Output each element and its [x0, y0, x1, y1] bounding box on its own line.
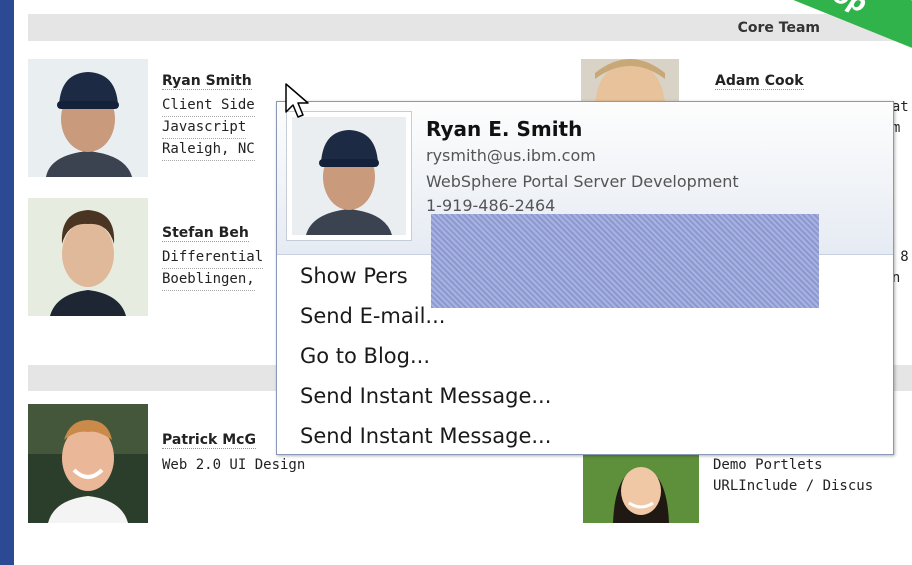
person-name-ryan[interactable]: Ryan Smith — [162, 73, 252, 90]
section-title: Core Team — [737, 20, 820, 36]
card-email[interactable]: rysmith@us.ibm.com — [426, 146, 596, 165]
card-phone: 1-919-486-2464 — [426, 196, 556, 215]
person-photo-patrick[interactable] — [28, 404, 148, 523]
person-details-patrick: Web 2.0 UI Design — [162, 457, 306, 473]
menu-go-to-blog[interactable]: Go to Blog... — [300, 344, 430, 368]
avatar — [28, 404, 148, 523]
card-department: WebSphere Portal Server Development — [426, 172, 739, 191]
avatar — [583, 451, 699, 523]
menu-send-email[interactable]: Send E-mail... — [300, 304, 445, 328]
person-photo-adam[interactable] — [581, 59, 679, 103]
person-name-adam[interactable]: Adam Cook — [715, 73, 804, 90]
menu-show-profile[interactable]: Show Pers — [300, 264, 408, 288]
person-details-stefan: Differential Boeblingen, — [162, 247, 264, 291]
person-photo-stefan[interactable] — [28, 198, 148, 316]
person-details-demo: Demo Portlets URLInclude / Discus — [713, 457, 874, 494]
card-photo — [286, 111, 412, 241]
person-photo-ryan[interactable] — [28, 59, 148, 177]
person-name-stefan[interactable]: Stefan Beh — [162, 225, 249, 242]
menu-send-instant-message-2[interactable]: Send Instant Message... — [300, 424, 551, 448]
mouse-cursor-icon — [285, 83, 309, 118]
redaction-overlay — [431, 214, 819, 308]
card-name: Ryan E. Smith — [426, 117, 583, 141]
person-details-ryan: Client Side Javascript Raleigh, NC — [162, 95, 255, 161]
avatar — [28, 59, 148, 177]
avatar — [28, 198, 148, 316]
avatar — [581, 59, 679, 103]
section-header-bar: Core Team — [28, 14, 912, 41]
directory-page: Core Team op Ryan Smith Client Side Java… — [14, 0, 912, 565]
menu-send-instant-message[interactable]: Send Instant Message... — [300, 384, 551, 408]
avatar — [292, 117, 406, 235]
person-photo-demo[interactable] — [583, 451, 699, 523]
person-name-patrick[interactable]: Patrick McG — [162, 432, 256, 449]
business-card-popup: Ryan E. Smith rysmith@us.ibm.com WebSphe… — [276, 101, 894, 455]
